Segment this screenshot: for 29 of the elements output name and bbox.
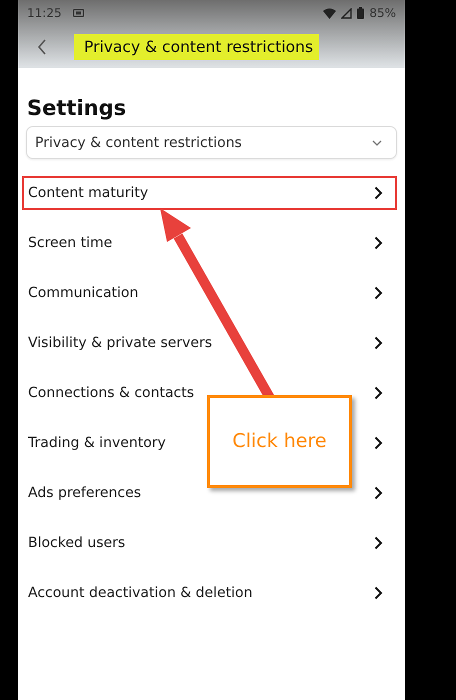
back-icon[interactable] xyxy=(37,39,47,55)
chevron-right-icon xyxy=(374,586,383,600)
screen-title: Privacy & content restrictions xyxy=(74,34,320,60)
settings-item[interactable]: Visibility & private servers xyxy=(22,326,397,360)
chevron-right-icon xyxy=(374,336,383,350)
chevron-down-icon xyxy=(372,140,382,146)
chevron-right-icon xyxy=(374,236,383,250)
wifi-icon xyxy=(323,8,336,18)
chevron-right-icon xyxy=(374,536,383,550)
settings-item[interactable]: Connections & contacts xyxy=(22,376,397,410)
settings-item[interactable]: Communication xyxy=(22,276,397,310)
chevron-right-icon xyxy=(374,186,383,200)
battery-percent: 85% xyxy=(369,6,396,20)
settings-item[interactable]: Screen time xyxy=(22,226,397,260)
settings-item[interactable]: Account deactivation & deletion xyxy=(22,576,397,610)
card-icon xyxy=(72,9,84,17)
settings-item[interactable]: Blocked users xyxy=(22,526,397,560)
signal-icon xyxy=(341,8,352,18)
chevron-right-icon xyxy=(374,436,383,450)
settings-item[interactable]: Ads preferences xyxy=(22,476,397,510)
category-dropdown[interactable]: Privacy & content restrictions xyxy=(26,126,397,159)
chevron-right-icon xyxy=(374,486,383,500)
callout-text: Click here xyxy=(232,430,327,454)
settings-item[interactable]: Content maturity xyxy=(22,176,397,210)
settings-heading: Settings xyxy=(27,96,128,120)
chevron-right-icon xyxy=(374,386,383,400)
battery-icon xyxy=(357,7,364,19)
chevron-right-icon xyxy=(374,286,383,300)
status-time: 11:25 xyxy=(27,6,62,20)
